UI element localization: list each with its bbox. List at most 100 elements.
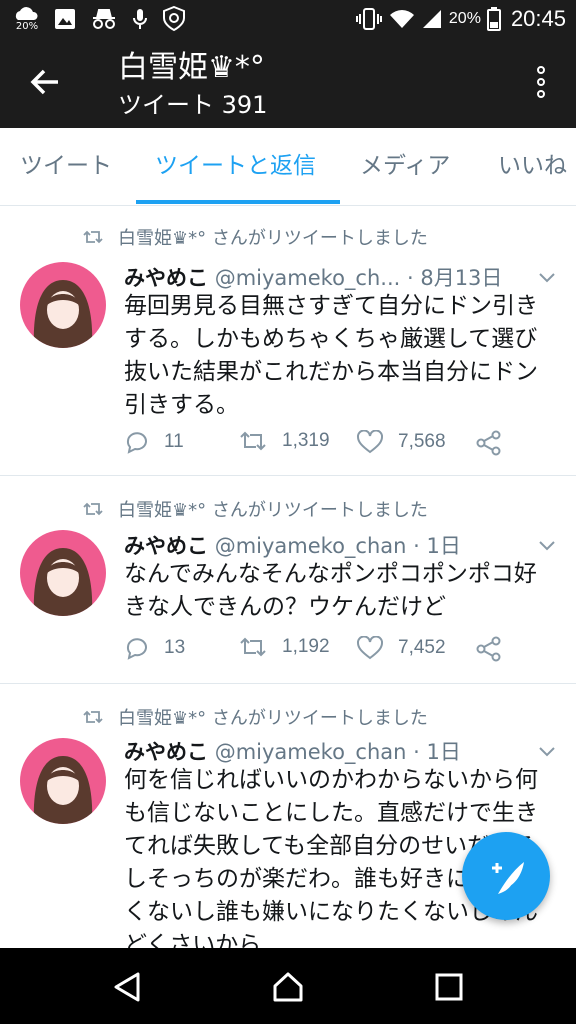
nav-back-button[interactable] [110,970,144,1004]
tweet-date: · 1日 [413,534,461,558]
dot-icon [537,66,545,74]
retweet-icon [240,637,266,657]
tweet-header: みやめこ @miyameko_chan · 1日 [124,530,461,560]
tweet-item[interactable]: 白雪姫♛*° さんがリツイートしました みやめこ @miyameko_chan … [0,476,576,684]
reply-icon [126,432,147,454]
author-handle: @miyameko_ch... [214,266,401,290]
tweet-line: する。しかもめちゃくちゃ厳選して選び [124,326,538,352]
avatar-illustration [33,548,93,616]
retweet-context-text: 白雪姫♛*° さんがリツイートしました [118,500,428,521]
dot-icon [537,90,545,98]
tweet-line: 引きする。 [124,392,239,418]
vibrate-icon [355,8,382,30]
tweet-actions: 13 1,192 7,452 [124,636,564,666]
back-arrow-icon [30,69,58,95]
retweet-button[interactable]: 1,192 [238,636,330,658]
chevron-down-icon[interactable] [538,540,556,552]
like-button[interactable]: 7,568 [356,430,446,454]
tab-likes[interactable]: いいね [498,128,567,205]
wifi-icon [389,10,414,28]
share-button[interactable] [476,636,502,662]
tab-tweets[interactable]: ツイート [20,128,112,205]
retweet-context: 白雪姫♛*° さんがリツイートしました [82,704,428,730]
like-count: 7,568 [398,431,446,452]
more-options-button[interactable] [534,66,548,102]
heart-icon [357,636,383,660]
avatar-illustration [33,756,93,824]
chevron-down-icon[interactable] [538,746,556,758]
retweet-icon [240,431,266,451]
author-handle: @miyameko_chan [214,534,407,558]
like-count: 7,452 [398,637,446,658]
battery-percent: 20% [448,10,481,27]
retweet-button[interactable]: 1,319 [238,430,330,452]
tweet-date: · 1日 [413,740,461,764]
share-button[interactable] [476,430,502,456]
active-tab-indicator [136,200,340,204]
tweet-count: ツイート 391 [118,91,268,119]
avatar[interactable] [20,530,106,616]
mic-icon [133,9,147,29]
heart-icon [357,430,383,454]
retweet-context: 白雪姫♛*° さんがリツイートしました [82,496,428,522]
author-name[interactable]: みやめこ [124,266,208,290]
tweet-text: なんでみんなそんなポンポコポンポコ好 きな人できんの？ウケんだけど [124,558,564,624]
avatar-illustration [33,280,93,348]
compose-tweet-button[interactable] [462,832,550,920]
back-button[interactable] [26,62,66,102]
retweet-small-icon [83,710,103,724]
reply-button[interactable]: 11 [124,430,184,454]
author-handle: @miyameko_chan [214,740,407,764]
weather-badge: 20% [15,21,39,32]
tweet-line: きな人できんの？ウケんだけど [124,594,446,620]
clock: 20:45 [510,6,566,31]
status-bar: 20% 20% 20:45 [0,0,576,40]
square-recents-icon [435,973,463,1001]
image-icon [55,9,75,29]
tweet-line: どくさいから [124,932,262,948]
home-icon [273,972,303,1002]
reply-count: 13 [164,637,186,658]
tweet-date: · 8月13日 [406,266,503,290]
compose-quill-icon [492,862,524,894]
share-icon [476,636,501,662]
tweet-line: も信じないことにした。直感だけで生き [124,800,538,826]
triangle-back-icon [114,972,140,1002]
system-nav-bar [0,948,576,1024]
author-name[interactable]: みやめこ [124,740,208,764]
share-icon [476,430,501,456]
weather-icon: 20% [14,6,40,32]
app-bar: 白雪姫♛*° ツイート 391 [0,40,576,128]
like-button[interactable]: 7,452 [356,636,446,660]
profile-title: 白雪姫♛*° [118,50,265,85]
tweet-line: 毎回男見る目無さすぎて自分にドン引き [124,293,538,319]
retweet-small-icon [83,502,103,516]
retweet-count: 1,319 [282,430,330,451]
author-name[interactable]: みやめこ [124,534,208,558]
tweet-actions: 11 1,319 7,568 [124,430,564,460]
nav-recents-button[interactable] [432,970,466,1004]
tweet-line: 抜いた結果がこれだから本当自分にドン [124,359,538,385]
reply-button[interactable]: 13 [124,636,185,660]
vpn-shield-icon [163,6,185,32]
tweet-header: みやめこ @miyameko_ch... · 8月13日 [124,262,502,292]
tab-media[interactable]: メディア [360,128,450,205]
nav-home-button[interactable] [271,970,305,1004]
avatar[interactable] [20,262,106,348]
tweet-item[interactable]: 白雪姫♛*° さんがリツイートしました みやめこ @miyameko_ch...… [0,206,576,476]
avatar[interactable] [20,738,106,824]
tweet-line: なんでみんなそんなポンポコポンポコ好 [124,561,537,587]
profile-tabs: ツイート ツイートと返信 メディア いいね [0,128,576,206]
retweet-small-icon [83,230,103,244]
reply-icon [126,638,147,660]
incognito-icon [93,9,115,29]
dot-icon [537,78,545,86]
profile-title-block: 白雪姫♛*° ツイート 391 [118,50,267,122]
reply-count: 11 [164,431,184,452]
tab-tweets-and-replies[interactable]: ツイートと返信 [155,128,316,205]
tweet-text: 毎回男見る目無さすぎて自分にドン引き する。しかもめちゃくちゃ厳選して選び 抜い… [124,290,564,422]
chevron-down-icon[interactable] [538,272,556,284]
retweet-context: 白雪姫♛*° さんがリツイートしました [82,224,428,250]
signal-icon [422,10,441,28]
retweet-context-text: 白雪姫♛*° さんがリツイートしました [118,228,428,249]
